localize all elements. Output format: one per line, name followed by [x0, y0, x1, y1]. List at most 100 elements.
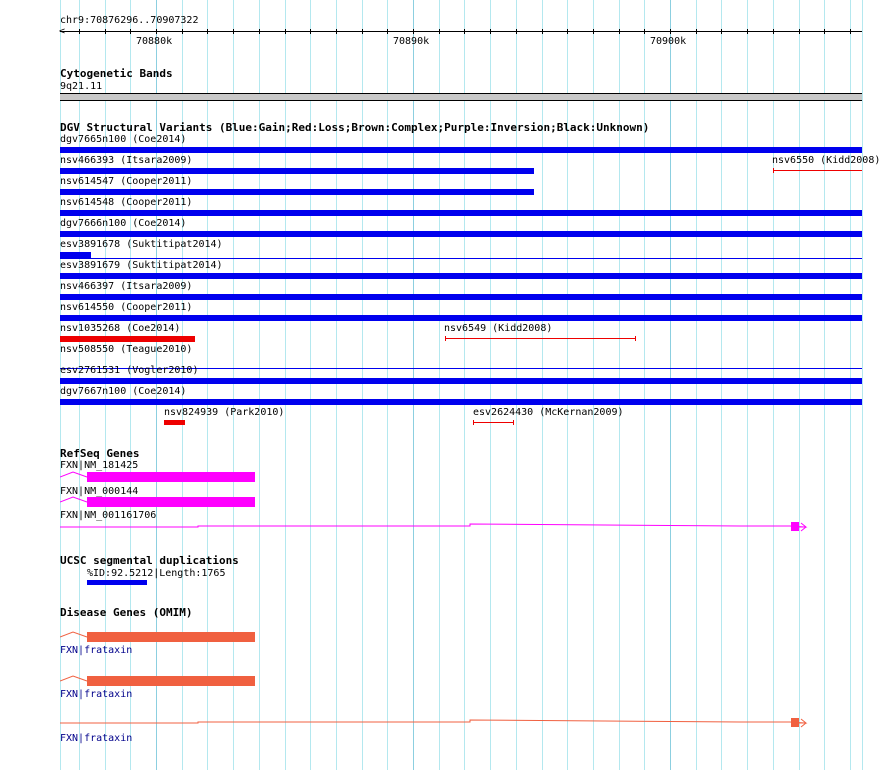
variant-bar-loss[interactable] — [445, 338, 635, 339]
omim-transcript[interactable] — [60, 716, 810, 730]
ruler-tick — [130, 29, 131, 34]
grid-line — [516, 0, 517, 770]
ruler-label: 70900k — [650, 36, 687, 47]
region-label: chr9:70876296..70907322 — [60, 15, 199, 26]
grid-line — [644, 0, 645, 770]
grid-line — [285, 0, 286, 770]
ruler-tick — [310, 29, 311, 34]
ruler-tick — [619, 29, 620, 34]
variant-end — [473, 420, 474, 425]
intron-icon — [60, 631, 88, 638]
variant-bar-loss[interactable] — [773, 170, 862, 171]
variant-bar-gain[interactable] — [60, 399, 862, 405]
grid-line — [824, 0, 825, 770]
grid-line — [567, 0, 568, 770]
omim-exon[interactable] — [87, 676, 255, 686]
grid-line — [310, 0, 311, 770]
grid-line — [696, 0, 697, 770]
grid-line — [207, 0, 208, 770]
ruler-tick — [387, 29, 388, 34]
grid-line — [721, 0, 722, 770]
ruler-tick — [233, 29, 234, 34]
grid-line — [413, 0, 414, 770]
ruler-tick — [721, 29, 722, 34]
ruler-tick — [773, 29, 774, 34]
variant-label: esv3891679 (Suktitipat2014) — [60, 260, 223, 271]
omim-label[interactable]: FXN|frataxin — [60, 733, 132, 744]
track-title-refseq: RefSeq Genes — [60, 447, 140, 460]
variant-bar-gain[interactable] — [60, 168, 534, 174]
cytoband-label: 9q21.11 — [60, 81, 103, 92]
left-arrow-icon[interactable]: < — [59, 26, 65, 37]
variant-label: nsv1035268 (Coe2014) — [60, 323, 181, 334]
variant-bar-gain[interactable] — [60, 273, 862, 279]
intron-icon — [60, 675, 88, 682]
grid-line — [850, 0, 851, 770]
ruler-tick — [464, 29, 465, 34]
variant-bar-loss[interactable] — [473, 422, 513, 423]
track-title-dgv: DGV Structural Variants (Blue:Gain;Red:L… — [60, 121, 650, 134]
gene-transcript[interactable] — [60, 520, 810, 534]
variant-bar-gain[interactable] — [60, 147, 862, 153]
variant-label: nsv466393 (Itsara2009) — [60, 155, 193, 166]
ruler-axis — [60, 31, 862, 32]
omim-label[interactable]: FXN|frataxin — [60, 689, 132, 700]
ruler-tick — [362, 29, 363, 34]
variant-label: dgv7666n100 (Coe2014) — [60, 218, 187, 229]
variant-bar-loss[interactable] — [60, 336, 195, 342]
ruler-tick — [156, 29, 157, 34]
variant-bar-loss[interactable] — [164, 420, 185, 425]
genome-browser: chr9:70876296..70907322 < 70880k 70890k … — [0, 0, 890, 770]
ruler-tick — [593, 29, 594, 34]
ruler-tick — [182, 29, 183, 34]
variant-label: nsv6550 (Kidd2008) — [772, 155, 881, 166]
track-title-omim: Disease Genes (OMIM) — [60, 606, 193, 619]
grid-line — [336, 0, 337, 770]
gene-exon[interactable] — [87, 497, 255, 507]
ruler-tick — [567, 29, 568, 34]
variant-bar-gain[interactable] — [60, 315, 862, 321]
variant-label: esv2761531 (Vogler2010) — [60, 365, 199, 376]
omim-label[interactable]: FXN|frataxin — [60, 645, 132, 656]
ruler-tick — [413, 29, 414, 34]
variant-bar-gain[interactable] — [60, 210, 862, 216]
variant-label: nsv824939 (Park2010) — [164, 407, 285, 418]
ruler-tick — [670, 29, 671, 34]
variant-label: nsv508550 (Teague2010) — [60, 344, 193, 355]
grid-line — [464, 0, 465, 770]
variant-line — [60, 258, 862, 259]
variant-label: esv2624430 (McKernan2009) — [473, 407, 624, 418]
ruler-tick — [824, 29, 825, 34]
gene-exon[interactable] — [87, 472, 255, 482]
variant-bar-gain[interactable] — [60, 231, 862, 237]
cytoband-bar[interactable] — [60, 93, 862, 101]
variant-bar-gain[interactable] — [60, 189, 534, 195]
ruler-label: 70890k — [393, 36, 430, 47]
grid-line — [259, 0, 260, 770]
ruler-tick — [850, 29, 851, 34]
grid-line — [542, 0, 543, 770]
variant-label: nsv614548 (Cooper2011) — [60, 197, 193, 208]
grid-line — [773, 0, 774, 770]
variant-label: nsv614547 (Cooper2011) — [60, 176, 193, 187]
omim-exon[interactable] — [87, 632, 255, 642]
variant-bar-gain[interactable] — [60, 294, 862, 300]
variant-bar-gain[interactable] — [60, 378, 862, 384]
ruler-tick — [542, 29, 543, 34]
segdup-bar[interactable] — [87, 580, 147, 585]
ruler-tick — [490, 29, 491, 34]
grid-line — [439, 0, 440, 770]
variant-end — [513, 420, 514, 425]
variant-label: dgv7667n100 (Coe2014) — [60, 386, 187, 397]
ruler-tick — [439, 29, 440, 34]
track-title-segdup: UCSC segmental duplications — [60, 554, 239, 567]
ruler-tick — [696, 29, 697, 34]
grid-line — [862, 0, 863, 770]
variant-end — [635, 336, 636, 341]
ruler-tick — [79, 29, 80, 34]
variant-label: dgv7665n100 (Coe2014) — [60, 134, 187, 145]
ruler-tick — [207, 29, 208, 34]
segdup-label: %ID:92.5212|Length:1765 — [87, 568, 226, 579]
ruler-tick — [259, 29, 260, 34]
grid-line — [670, 0, 671, 770]
